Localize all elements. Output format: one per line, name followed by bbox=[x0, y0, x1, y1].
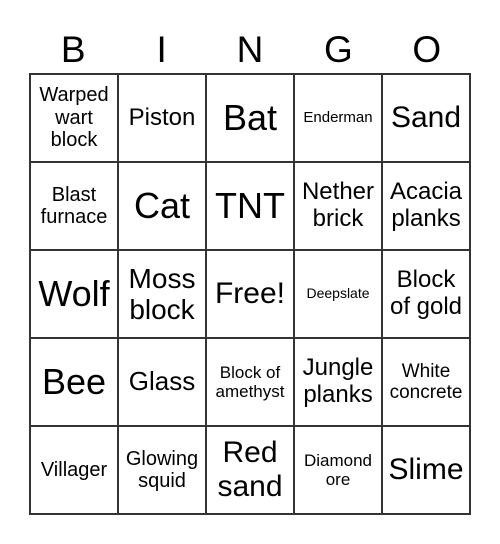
bingo-cell[interactable]: Blast furnace bbox=[30, 162, 118, 250]
bingo-cell[interactable]: Bee bbox=[30, 338, 118, 426]
bingo-cell[interactable]: Enderman bbox=[294, 74, 382, 162]
bingo-cell[interactable]: Glass bbox=[118, 338, 206, 426]
bingo-cell[interactable]: Block of gold bbox=[382, 250, 470, 338]
bingo-cell[interactable]: Sand bbox=[382, 74, 470, 162]
bingo-cell[interactable]: Block of amethyst bbox=[206, 338, 294, 426]
bingo-cell[interactable]: Villager bbox=[30, 426, 118, 514]
bingo-cell[interactable]: Diamond ore bbox=[294, 426, 382, 514]
bingo-cell[interactable]: Jungle planks bbox=[294, 338, 382, 426]
bingo-cell[interactable]: Nether brick bbox=[294, 162, 382, 250]
bingo-cell[interactable]: Glowing squid bbox=[118, 426, 206, 514]
bingo-cell[interactable]: Moss block bbox=[118, 250, 206, 338]
header-letter: N bbox=[236, 29, 264, 70]
bingo-cell[interactable]: Red sand bbox=[206, 426, 294, 514]
header-letter: G bbox=[323, 29, 353, 70]
bingo-cell[interactable]: Piston bbox=[118, 74, 206, 162]
bingo-cell[interactable]: White concrete bbox=[382, 338, 470, 426]
header-letter: I bbox=[156, 29, 167, 70]
bingo-cell[interactable]: TNT bbox=[206, 162, 294, 250]
bingo-grid: Warped wart block Piston Bat Enderman Sand Bl… bbox=[29, 73, 471, 515]
bingo-cell[interactable]: Slime bbox=[382, 426, 470, 514]
bingo-cell[interactable]: Wolf bbox=[30, 250, 118, 338]
header-letter: B bbox=[60, 29, 86, 70]
bingo-cell[interactable]: Warped wart block bbox=[30, 74, 118, 162]
bingo-cell[interactable]: Cat bbox=[118, 162, 206, 250]
bingo-header: B I N G O bbox=[29, 28, 471, 72]
bingo-cell[interactable]: Bat bbox=[206, 74, 294, 162]
header-letter: O bbox=[412, 29, 442, 70]
bingo-cell[interactable]: Free! bbox=[206, 250, 294, 338]
bingo-cell[interactable]: Deepslate bbox=[294, 250, 382, 338]
bingo-cell[interactable]: Acacia planks bbox=[382, 162, 470, 250]
